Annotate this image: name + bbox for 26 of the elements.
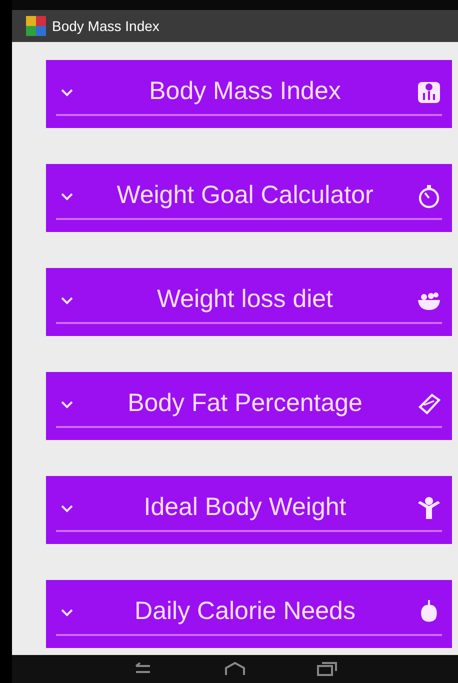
person-icon [416, 495, 442, 521]
section-title: Ideal Body Weight [142, 492, 348, 524]
app-title: Body Mass Index [52, 16, 160, 36]
section-header[interactable]: Weight Goal Calculator [46, 164, 452, 232]
section-title: Daily Calorie Needs [134, 596, 356, 628]
chevron-down-icon [60, 191, 74, 201]
chevron-down-icon [60, 87, 74, 97]
stopwatch-icon [416, 183, 442, 209]
section-header[interactable]: Ideal Body Weight [46, 476, 452, 544]
section-title: Weight loss diet [156, 284, 334, 316]
home-icon[interactable] [224, 662, 246, 676]
chevron-down-icon [60, 295, 74, 305]
section-header[interactable]: Weight loss diet [46, 268, 452, 336]
section-header[interactable]: Body Mass Index [46, 60, 452, 128]
section-title: Body Mass Index [148, 76, 342, 108]
chevron-down-icon [60, 607, 74, 617]
section-header[interactable]: Body Fat Percentage [46, 372, 452, 440]
app-logo-icon [26, 16, 46, 36]
section-title: Weight Goal Calculator [116, 180, 374, 212]
chevron-down-icon [60, 503, 74, 513]
section-header[interactable]: Daily Calorie Needs [46, 580, 452, 648]
tape-measure-icon [416, 391, 442, 417]
recent-apps-icon[interactable] [316, 662, 338, 676]
scale-icon [416, 79, 442, 105]
chevron-down-icon [60, 399, 74, 409]
section-title: Body Fat Percentage [126, 388, 364, 420]
